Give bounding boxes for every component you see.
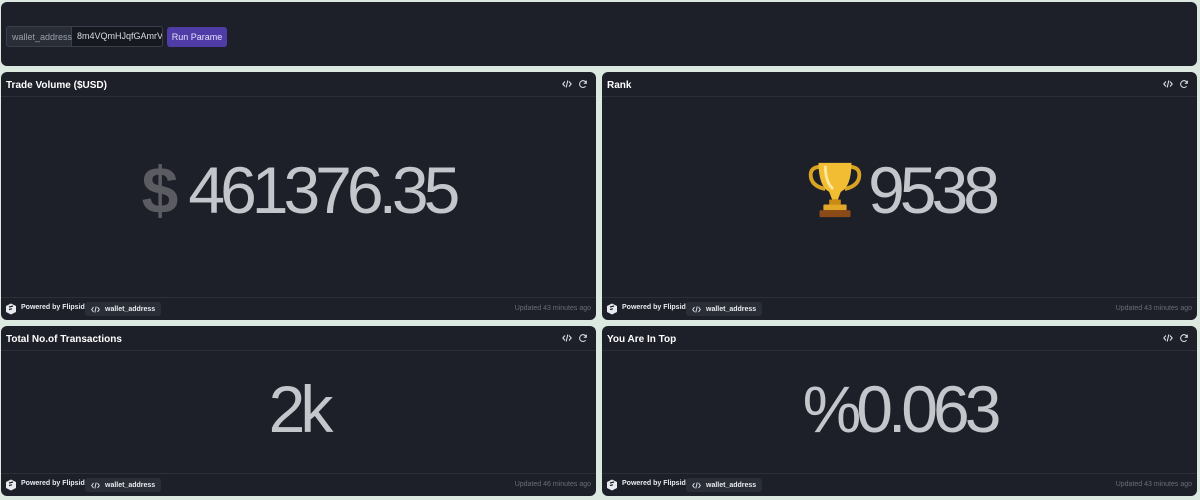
code-icon[interactable] (1163, 333, 1173, 343)
code-icon (91, 305, 100, 313)
panel-title: You Are In Top (607, 334, 677, 345)
wallet-address-input[interactable]: 8m4VQmHJqfGAmrVn6 (72, 26, 163, 47)
divider (1, 96, 596, 97)
trophy-icon (808, 162, 862, 218)
parameter-chip-label: wallet_address (706, 481, 757, 489)
flipside-logo-icon[interactable] (606, 303, 618, 315)
value-number: 9538 (868, 153, 1000, 227)
rank-value: 9538 (602, 157, 1197, 223)
trade-volume-value: $461376.35 (1, 157, 596, 223)
refresh-icon[interactable] (578, 79, 588, 89)
parameter-chip: wallet_address (686, 302, 763, 316)
parameter-chip-label: wallet_address (105, 305, 156, 313)
updated-timestamp: Updated 43 minutes ago (1115, 305, 1192, 312)
divider (602, 96, 1197, 97)
divider (602, 350, 1197, 351)
run-parameters-button[interactable]: Run Parame (167, 27, 227, 47)
panel-footer: Powered by Flipside wallet_address Updat… (602, 474, 1197, 496)
top-percent-value: %0.063 (802, 372, 1002, 446)
dollar-sign: $ (141, 153, 179, 227)
code-icon[interactable] (562, 333, 572, 343)
powered-by-label[interactable]: Powered by Flipside (21, 304, 89, 311)
code-icon[interactable] (1163, 79, 1173, 89)
updated-timestamp: Updated 43 minutes ago (1115, 481, 1192, 488)
value-number: 461376.35 (188, 153, 460, 227)
flipside-logo-icon[interactable] (5, 479, 17, 491)
updated-timestamp: Updated 43 minutes ago (514, 305, 591, 312)
code-icon[interactable] (562, 79, 572, 89)
rank-panel: Rank 9538 Powered by Flipside wallet_add… (602, 72, 1197, 320)
panel-title: Trade Volume ($USD) (6, 80, 107, 91)
panel-title: Total No.of Transactions (6, 334, 122, 345)
powered-by-label[interactable]: Powered by Flipside (622, 480, 690, 487)
parameter-chip: wallet_address (85, 302, 162, 316)
updated-timestamp: Updated 46 minutes ago (514, 481, 591, 488)
refresh-icon[interactable] (1179, 333, 1189, 343)
parameter-chip: wallet_address (686, 478, 763, 492)
top-percentile-panel: You Are In Top %0.063 Powered by Flipsid… (602, 326, 1197, 496)
parameter-chip-label: wallet_address (706, 305, 757, 313)
flipside-logo-icon[interactable] (606, 479, 618, 491)
trade-volume-panel: Trade Volume ($USD) $461376.35 Powered b… (1, 72, 596, 320)
panel-footer: Powered by Flipside wallet_address Updat… (602, 298, 1197, 320)
code-icon (692, 481, 701, 489)
code-icon (692, 305, 701, 313)
refresh-icon[interactable] (1179, 79, 1189, 89)
parameter-bar: wallet_address 8m4VQmHJqfGAmrVn6 Run Par… (1, 2, 1197, 66)
total-transactions-panel: Total No.of Transactions 2k Powered by F… (1, 326, 596, 496)
refresh-icon[interactable] (578, 333, 588, 343)
wallet-address-parameter: wallet_address 8m4VQmHJqfGAmrVn6 (6, 26, 163, 47)
panel-title: Rank (607, 80, 632, 91)
divider (1, 350, 596, 351)
powered-by-label[interactable]: Powered by Flipside (21, 480, 89, 487)
parameter-chip: wallet_address (85, 478, 162, 492)
parameter-label: wallet_address (6, 26, 72, 47)
transactions-value: 2k (268, 372, 334, 446)
panel-footer: Powered by Flipside wallet_address Updat… (1, 474, 596, 496)
code-icon (91, 481, 100, 489)
flipside-logo-icon[interactable] (5, 303, 17, 315)
parameter-chip-label: wallet_address (105, 481, 156, 489)
powered-by-label[interactable]: Powered by Flipside (622, 304, 690, 311)
panel-footer: Powered by Flipside wallet_address Updat… (1, 298, 596, 320)
